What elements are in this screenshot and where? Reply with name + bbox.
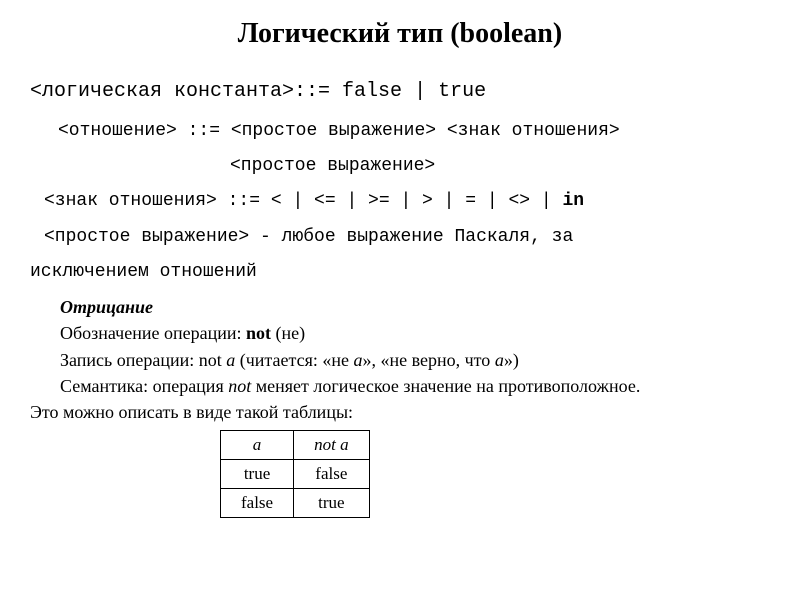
bnf-relation-sign: <знак отношения> ::= < | <= | >= | > | =… [44, 189, 770, 214]
table-cell: true [294, 489, 369, 518]
table-row: true false [221, 460, 370, 489]
bnf-relation-line1: <отношение> ::= <простое выражение> <зна… [58, 119, 770, 144]
negation-semantics-line1: Семантика: операция not меняет логическо… [30, 374, 770, 398]
table-row: false true [221, 489, 370, 518]
table-cell: true [221, 460, 294, 489]
table-header-not-a: not a [294, 431, 369, 460]
negation-record: Запись операции: not a (читается: «не a»… [30, 348, 770, 372]
negation-notation: Обозначение операции: not (не) [30, 321, 770, 345]
bnf-relation-line2: <простое выражение> [230, 154, 770, 179]
table-row: a not a [221, 431, 370, 460]
table-header-a: a [221, 431, 294, 460]
table-cell: false [221, 489, 294, 518]
page-title: Логический тип (boolean) [30, 18, 770, 50]
table-cell: false [294, 460, 369, 489]
bnf-logical-constant: <логическая константа>::= false | true [30, 80, 770, 103]
negation-semantics-line2: Это можно описать в виде такой таблицы: [30, 400, 770, 424]
bnf-simple-expr-tail: исключением отношений [30, 260, 770, 285]
bnf-simple-expr: <простое выражение> - любое выражение Па… [44, 225, 770, 250]
truth-table: a not a true false false true [220, 430, 370, 518]
negation-heading: Отрицание [30, 295, 770, 319]
